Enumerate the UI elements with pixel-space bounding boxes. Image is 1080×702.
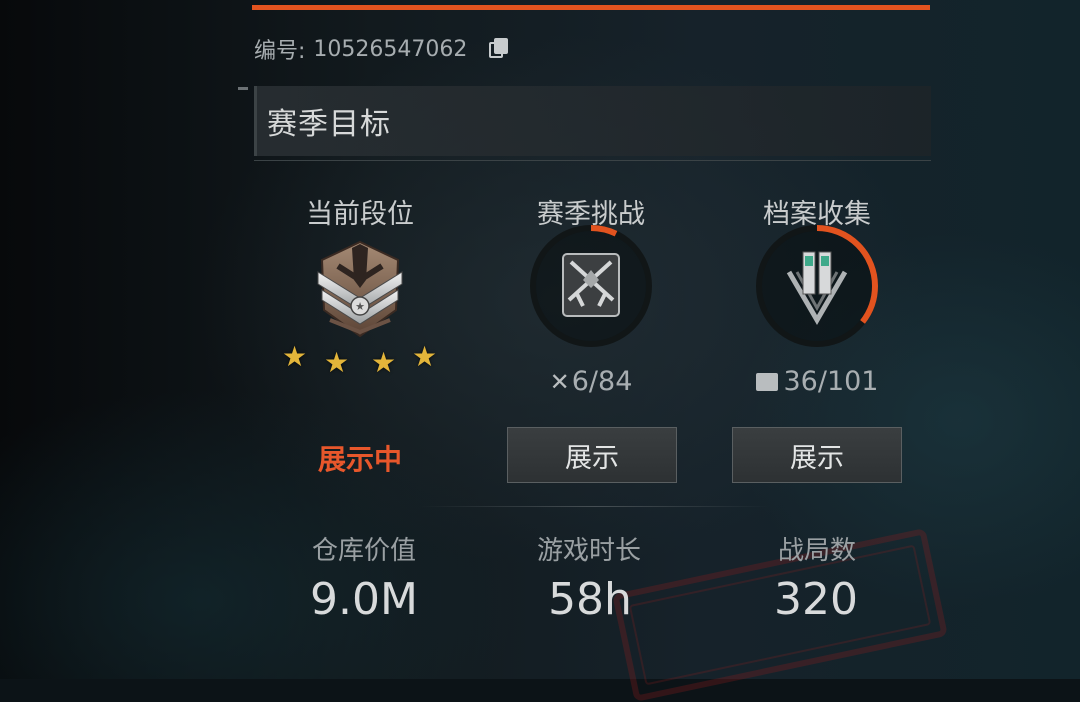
play-time-label: 游戏时长 — [536, 536, 641, 566]
warehouse-value-label: 仓库价值 — [311, 536, 416, 566]
section-header: 赛季目标 — [254, 86, 931, 156]
star-icon: ★ — [324, 346, 350, 379]
archive-collection-show-button[interactable]: 展示 — [732, 427, 902, 483]
document-icon — [755, 372, 778, 391]
match-count-label: 战局数 — [777, 536, 856, 566]
rank-stars: ★ ★ ★ ★ — [282, 343, 442, 383]
match-count-value: 320 — [774, 574, 858, 625]
corner-mark — [238, 87, 248, 90]
copy-icon[interactable] — [489, 38, 509, 60]
svg-text:★: ★ — [355, 300, 365, 313]
crossed-swords-icon: ✕ — [549, 367, 570, 396]
top-accent-bar — [252, 5, 930, 10]
section-title: 赛季目标 — [267, 107, 391, 142]
archive-collection-ring — [753, 222, 881, 350]
player-id-value: 10526547062 — [313, 36, 468, 62]
star-icon: ★ — [371, 346, 397, 379]
star-icon: ★ — [412, 340, 438, 373]
header-divider — [254, 160, 931, 161]
archive-collection-progress: 36/101 — [717, 366, 917, 397]
player-id-label: 编号: — [254, 39, 306, 64]
stats-divider — [420, 506, 770, 507]
season-challenge-ring — [527, 222, 655, 350]
warehouse-value: 9.0M — [310, 574, 418, 625]
rank-showing-status: 展示中 — [317, 443, 402, 476]
rank-badge-icon: ★ — [317, 240, 403, 338]
crossed-rifles-icon — [562, 253, 620, 317]
season-challenge-show-button[interactable]: 展示 — [507, 427, 677, 483]
rank-title: 当前段位 — [306, 199, 414, 230]
play-time-value: 58h — [548, 574, 632, 625]
player-id-row: 编号: 10526547062 — [254, 32, 509, 66]
season-challenge-progress: ✕ 6/84 — [549, 366, 633, 397]
star-icon: ★ — [282, 340, 308, 373]
